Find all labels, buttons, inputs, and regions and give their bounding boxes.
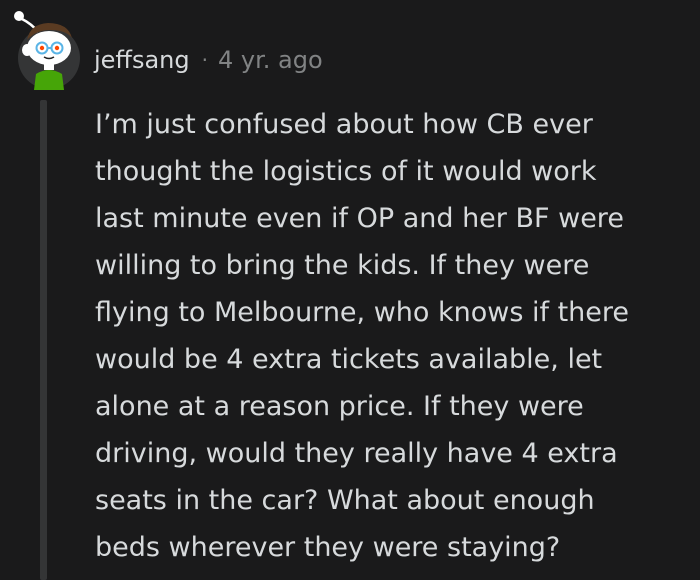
comment-body-line: seats in the car? What about enough xyxy=(95,485,595,516)
comment-body-line: thought the logistics of it would work xyxy=(95,156,597,187)
comment-body: I’m just confused about how CB ever thou… xyxy=(95,101,685,571)
username-link[interactable]: jeffsang xyxy=(94,46,190,74)
comment: jeffsang · 4 yr. ago I’m just confused a… xyxy=(0,0,700,580)
meta-separator: · xyxy=(201,48,208,72)
comment-body-line: flying to Melbourne, who knows if there xyxy=(95,297,630,328)
comment-body-line: I’m just confused about how CB ever xyxy=(95,109,593,140)
snoo-avatar-icon xyxy=(14,11,80,90)
comment-meta: jeffsang · 4 yr. ago xyxy=(94,42,323,78)
user-avatar[interactable] xyxy=(10,10,84,90)
comment-body-line: alone at a reason price. If they were xyxy=(95,391,584,422)
comment-body-line: beds wherever they were staying? xyxy=(95,532,561,563)
comment-body-line: driving, would they really have 4 extra xyxy=(95,438,618,469)
comment-body-line: last minute even if OP and her BF were xyxy=(95,203,624,234)
thread-collapse-line[interactable] xyxy=(40,100,47,580)
comment-body-line: willing to bring the kids. If they were xyxy=(95,250,590,281)
comment-body-line: would be 4 extra tickets available, let xyxy=(95,344,603,375)
comment-timestamp[interactable]: 4 yr. ago xyxy=(218,46,323,74)
